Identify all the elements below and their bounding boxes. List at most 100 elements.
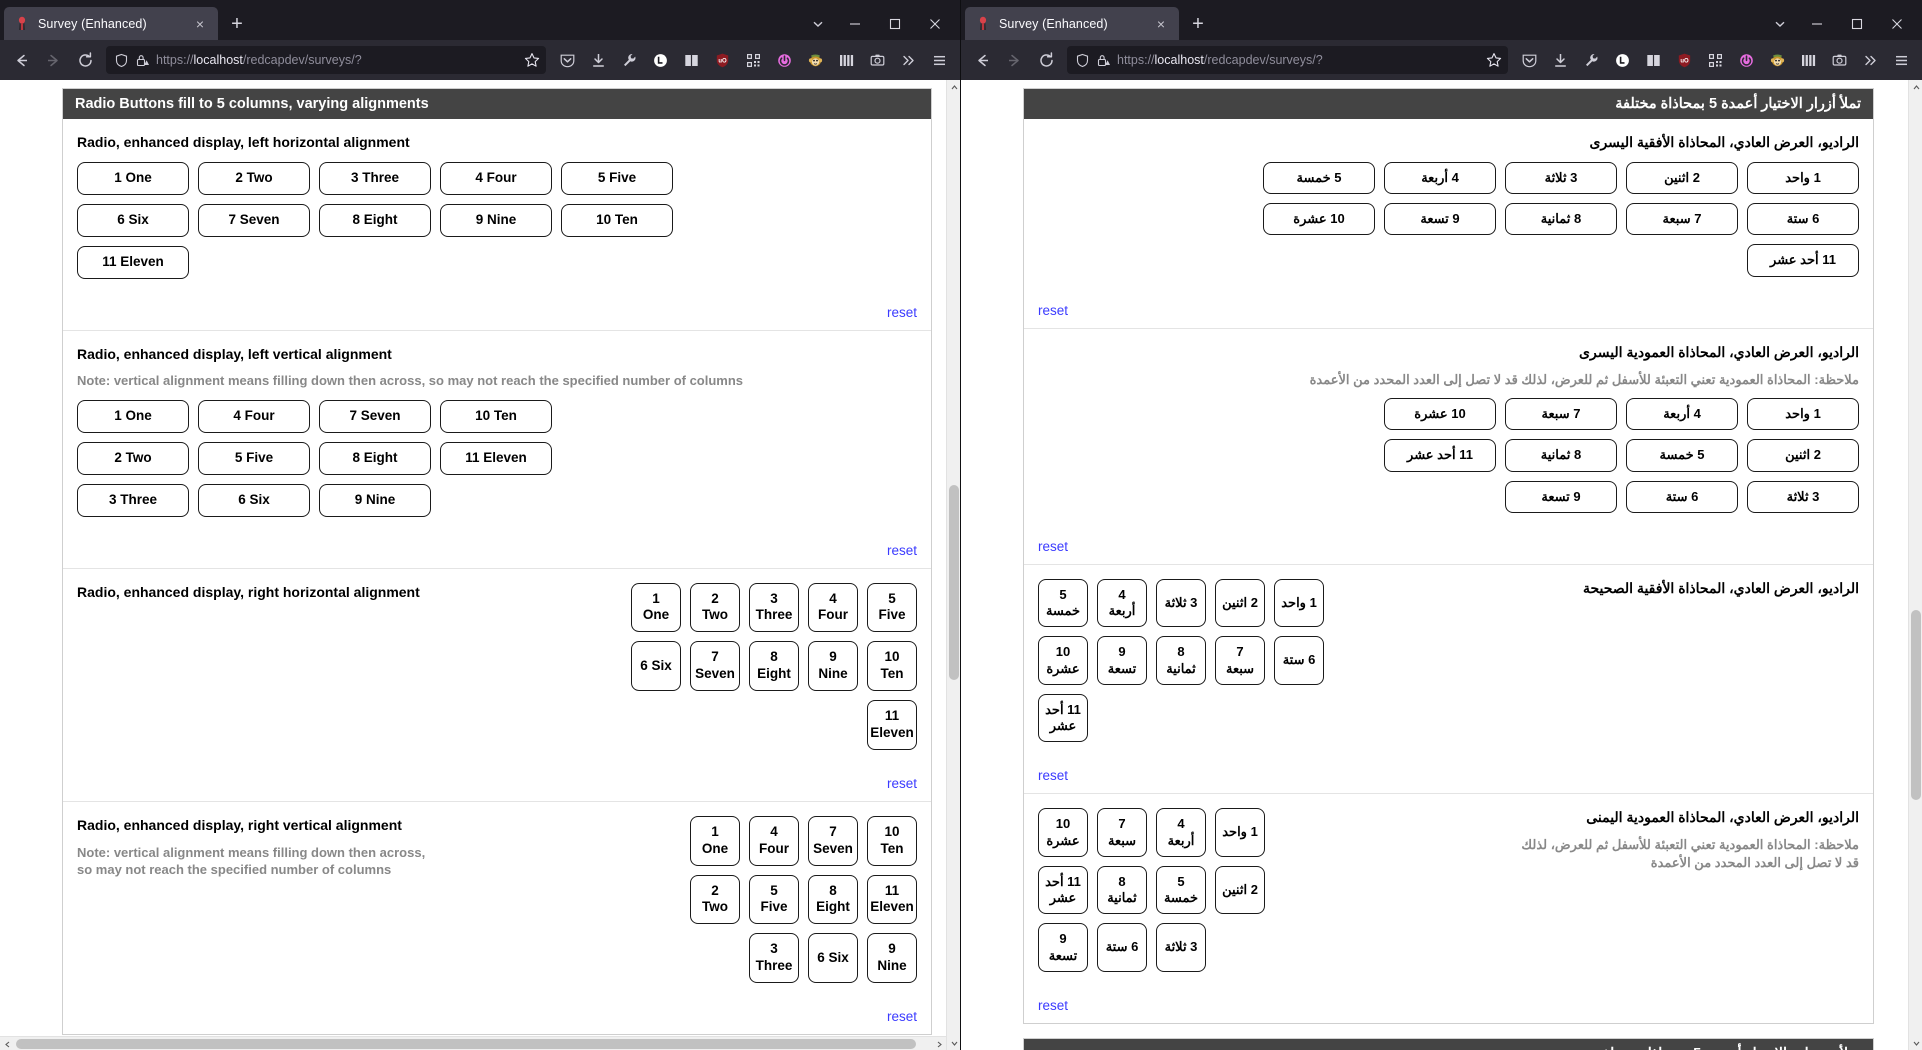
- radio-option-button[interactable]: 6 Six: [198, 483, 310, 517]
- scroll-up-arrow[interactable]: [1909, 80, 1922, 94]
- chevron-down-icon[interactable]: [1764, 10, 1796, 38]
- radio-option-button[interactable]: 1 واحد: [1274, 578, 1324, 628]
- reset-link[interactable]: reset: [1038, 539, 1068, 554]
- radio-option-button[interactable]: 7 سبعة: [1505, 398, 1617, 431]
- radio-option-button[interactable]: 11 Eleven: [77, 245, 189, 279]
- reset-link[interactable]: reset: [887, 305, 917, 320]
- address-bar[interactable]: https://localhost/redcapdev/surveys/?: [1067, 46, 1508, 74]
- radio-option-button[interactable]: 4 أربعة: [1156, 808, 1206, 857]
- radio-option-button[interactable]: 3 Three: [749, 582, 799, 633]
- radio-option-button[interactable]: 1 واحد: [1747, 398, 1859, 431]
- radio-option-button[interactable]: 9 تسعة: [1097, 636, 1147, 685]
- radio-option-button[interactable]: 7 Seven: [198, 203, 310, 237]
- radio-option-button[interactable]: 3 ثلاثة: [1156, 923, 1206, 972]
- hamburger-menu-icon[interactable]: [924, 45, 954, 75]
- radio-option-button[interactable]: 3 Three: [77, 483, 189, 517]
- radio-option-button[interactable]: 5 خمسة: [1156, 865, 1206, 915]
- radio-option-button[interactable]: 2 اثنين: [1215, 865, 1265, 915]
- radio-option-button[interactable]: 4 أربعة: [1097, 578, 1147, 628]
- radio-option-button[interactable]: 11 أحد عشر: [1384, 439, 1496, 472]
- radio-option-button[interactable]: 10 عشرة: [1038, 808, 1088, 857]
- minimize-button[interactable]: [836, 9, 874, 39]
- window-close-button[interactable]: [916, 9, 954, 39]
- radio-option-button[interactable]: 8 ثمانية: [1156, 636, 1206, 685]
- lock-warning-icon[interactable]: [135, 53, 150, 68]
- radio-option-button[interactable]: 9 Nine: [319, 483, 431, 517]
- grid-icon[interactable]: [831, 45, 861, 75]
- radio-option-button[interactable]: 1 One: [77, 399, 189, 433]
- bookmark-star-icon[interactable]: [524, 52, 540, 68]
- new-tab-button[interactable]: +: [1183, 9, 1213, 39]
- radio-option-button[interactable]: 8 ثمانية: [1505, 439, 1617, 472]
- radio-option-button[interactable]: 2 Two: [198, 161, 310, 195]
- monkey-icon[interactable]: [1762, 45, 1792, 75]
- radio-option-button[interactable]: 10 Ten: [867, 641, 917, 692]
- hamburger-menu-icon[interactable]: [1886, 45, 1916, 75]
- radio-option-button[interactable]: 7 Seven: [808, 815, 858, 866]
- screenshot-icon[interactable]: [1824, 45, 1854, 75]
- close-icon[interactable]: ×: [1151, 14, 1171, 34]
- radio-option-button[interactable]: 8 Eight: [319, 203, 431, 237]
- downloads-icon[interactable]: [583, 45, 613, 75]
- radio-option-button[interactable]: 3 Three: [749, 933, 799, 984]
- pocket-icon[interactable]: [1514, 45, 1544, 75]
- radio-option-button[interactable]: 5 Five: [749, 874, 799, 925]
- power-icon[interactable]: [1731, 45, 1761, 75]
- horizontal-scrollbar-left[interactable]: [0, 1036, 946, 1050]
- radio-option-button[interactable]: 11 أحد عشر: [1038, 865, 1088, 915]
- radio-option-button[interactable]: 5 خمسة: [1626, 439, 1738, 472]
- radio-option-button[interactable]: 5 Five: [561, 161, 673, 195]
- radio-option-button[interactable]: 5 Five: [867, 582, 917, 633]
- radio-option-button[interactable]: 1 واحد: [1215, 808, 1265, 857]
- radio-option-button[interactable]: 11 Eleven: [867, 874, 917, 925]
- forward-button[interactable]: [38, 45, 68, 75]
- tab-survey-enhanced-left[interactable]: Survey (Enhanced) ×: [4, 7, 218, 40]
- wrench-icon[interactable]: [614, 45, 644, 75]
- radio-option-button[interactable]: 10 عشرة: [1384, 398, 1496, 431]
- radio-option-button[interactable]: 4 Four: [440, 161, 552, 195]
- reload-button[interactable]: [70, 45, 100, 75]
- radio-option-button[interactable]: 6 ستة: [1747, 203, 1859, 236]
- forward-button[interactable]: [999, 45, 1029, 75]
- vertical-scroll-thumb[interactable]: [949, 485, 959, 680]
- radio-option-button[interactable]: 8 ثمانية: [1505, 203, 1617, 236]
- radio-option-button[interactable]: 10 عشرة: [1263, 203, 1375, 236]
- back-button[interactable]: [967, 45, 997, 75]
- radio-option-button[interactable]: 2 اثنين: [1626, 161, 1738, 195]
- monkey-icon[interactable]: [800, 45, 830, 75]
- scroll-down-arrow[interactable]: [947, 1036, 960, 1050]
- radio-option-button[interactable]: 11 Eleven: [867, 700, 917, 750]
- radio-option-button[interactable]: 5 Five: [198, 441, 310, 475]
- reset-link[interactable]: reset: [887, 776, 917, 791]
- radio-option-button[interactable]: 9 تسعة: [1038, 923, 1088, 972]
- power-icon[interactable]: [769, 45, 799, 75]
- radio-option-button[interactable]: 9 تسعة: [1384, 203, 1496, 236]
- scroll-down-arrow[interactable]: [1909, 1036, 1922, 1050]
- radio-option-button[interactable]: 7 سبعة: [1215, 636, 1265, 685]
- lastpass-icon[interactable]: [645, 45, 675, 75]
- radio-option-button[interactable]: 2 Two: [690, 582, 740, 633]
- chevron-double-right-icon[interactable]: [1855, 45, 1885, 75]
- radio-option-button[interactable]: 8 ثمانية: [1097, 865, 1147, 915]
- radio-option-button[interactable]: 5 خمسة: [1038, 578, 1088, 628]
- radio-option-button[interactable]: 9 Nine: [867, 933, 917, 984]
- radio-option-button[interactable]: 10 عشرة: [1038, 636, 1088, 685]
- radio-option-button[interactable]: 7 سبعة: [1626, 203, 1738, 236]
- vertical-scrollbar-left[interactable]: [946, 80, 960, 1050]
- shield-icon[interactable]: [114, 53, 129, 68]
- vertical-scrollbar-right[interactable]: [1908, 80, 1922, 1050]
- reset-link[interactable]: reset: [887, 1009, 917, 1024]
- radio-option-button[interactable]: 2 اثنين: [1747, 439, 1859, 472]
- radio-option-button[interactable]: 10 Ten: [867, 815, 917, 866]
- maximize-button[interactable]: [876, 9, 914, 39]
- downloads-icon[interactable]: [1545, 45, 1575, 75]
- screenshot-icon[interactable]: [862, 45, 892, 75]
- radio-option-button[interactable]: 4 أربعة: [1384, 161, 1496, 195]
- radio-option-button[interactable]: 8 Eight: [319, 441, 431, 475]
- ublock-icon[interactable]: uO: [707, 45, 737, 75]
- radio-option-button[interactable]: 2 Two: [690, 874, 740, 925]
- scroll-up-arrow[interactable]: [947, 80, 960, 94]
- radio-option-button[interactable]: 7 Seven: [690, 641, 740, 692]
- radio-option-button[interactable]: 2 اثنين: [1215, 578, 1265, 628]
- horizontal-scroll-thumb[interactable]: [16, 1039, 916, 1049]
